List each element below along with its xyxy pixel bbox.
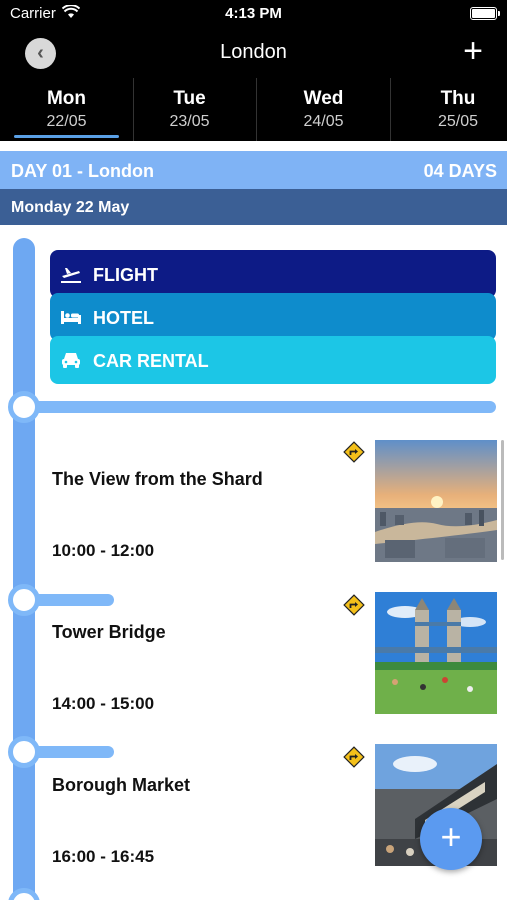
day-tab-weekday: Thu [440, 88, 476, 109]
day-tab-date: 24/05 [303, 113, 344, 130]
plus-icon: + [463, 32, 483, 70]
timeline-node [8, 391, 40, 423]
day-tab-date: 22/05 [46, 113, 87, 130]
hotel-label: HOTEL [93, 308, 154, 328]
scroll-indicator [501, 440, 504, 560]
timeline-connector [30, 594, 114, 606]
day-tab-tue[interactable]: Tue 23/05 [123, 78, 257, 141]
hotel-button[interactable]: HOTEL [50, 293, 496, 341]
day-tab-wed[interactable]: Wed 24/05 [257, 78, 391, 141]
flight-label: FLIGHT [93, 265, 158, 285]
flight-button[interactable]: FLIGHT [50, 250, 496, 298]
shard-photo[interactable] [375, 440, 497, 562]
directions-icon[interactable] [343, 746, 365, 768]
date-header: Monday 22 May [0, 189, 507, 225]
bed-icon [61, 311, 81, 324]
activity-time: 10:00 - 12:00 [52, 541, 155, 560]
status-time: 4:13 PM [225, 5, 282, 22]
directions-icon[interactable] [343, 594, 365, 616]
day-header: DAY 01 - London 04 DAYS [0, 151, 507, 189]
timeline-line [13, 238, 35, 900]
activity-time: 16:00 - 16:45 [52, 847, 155, 866]
day-tab-weekday: Wed [303, 88, 344, 109]
add-button[interactable]: + [463, 34, 483, 68]
battery-icon [470, 7, 500, 20]
day-tab-weekday: Mon [46, 88, 87, 109]
transport-options: FLIGHT HOTEL CAR RENTAL [50, 250, 496, 384]
day-selector: Mon 22/05 Tue 23/05 Wed 24/05 Thu 25/05 [0, 78, 507, 141]
day-title: DAY 01 - London [11, 161, 155, 181]
activity-time: 14:00 - 15:00 [52, 694, 155, 713]
tower-bridge-photo[interactable] [375, 592, 497, 714]
status-bar: Carrier 4:13 PM [0, 0, 507, 28]
directions-icon[interactable] [343, 441, 365, 463]
timeline-connector [30, 401, 496, 413]
activity-title[interactable]: The View from the Shard [52, 469, 263, 490]
car-icon [62, 353, 80, 368]
activity-title[interactable]: Borough Market [52, 775, 190, 796]
nav-bar: ‹ London + [0, 28, 507, 78]
page-title: London [220, 41, 287, 63]
day-tab-date: 23/05 [169, 113, 210, 130]
add-activity-button[interactable]: + [420, 808, 482, 870]
trip-duration: 04 DAYS [423, 161, 497, 181]
car-rental-button[interactable]: CAR RENTAL [50, 336, 496, 384]
day-tab-weekday: Tue [173, 88, 206, 109]
date-label: Monday 22 May [11, 199, 130, 216]
car-rental-label: CAR RENTAL [93, 351, 209, 371]
plus-icon: + [440, 816, 462, 857]
day-tab-thu[interactable]: Thu 25/05 [391, 78, 507, 141]
timeline-connector [30, 746, 114, 758]
timeline-node [8, 584, 40, 616]
timeline-node [8, 736, 40, 768]
airplane-icon [61, 268, 81, 283]
day-tab-mon[interactable]: Mon 22/05 [0, 78, 134, 141]
activity-title[interactable]: Tower Bridge [52, 622, 166, 643]
day-tab-date: 25/05 [437, 113, 479, 130]
selected-day-indicator [14, 135, 119, 138]
